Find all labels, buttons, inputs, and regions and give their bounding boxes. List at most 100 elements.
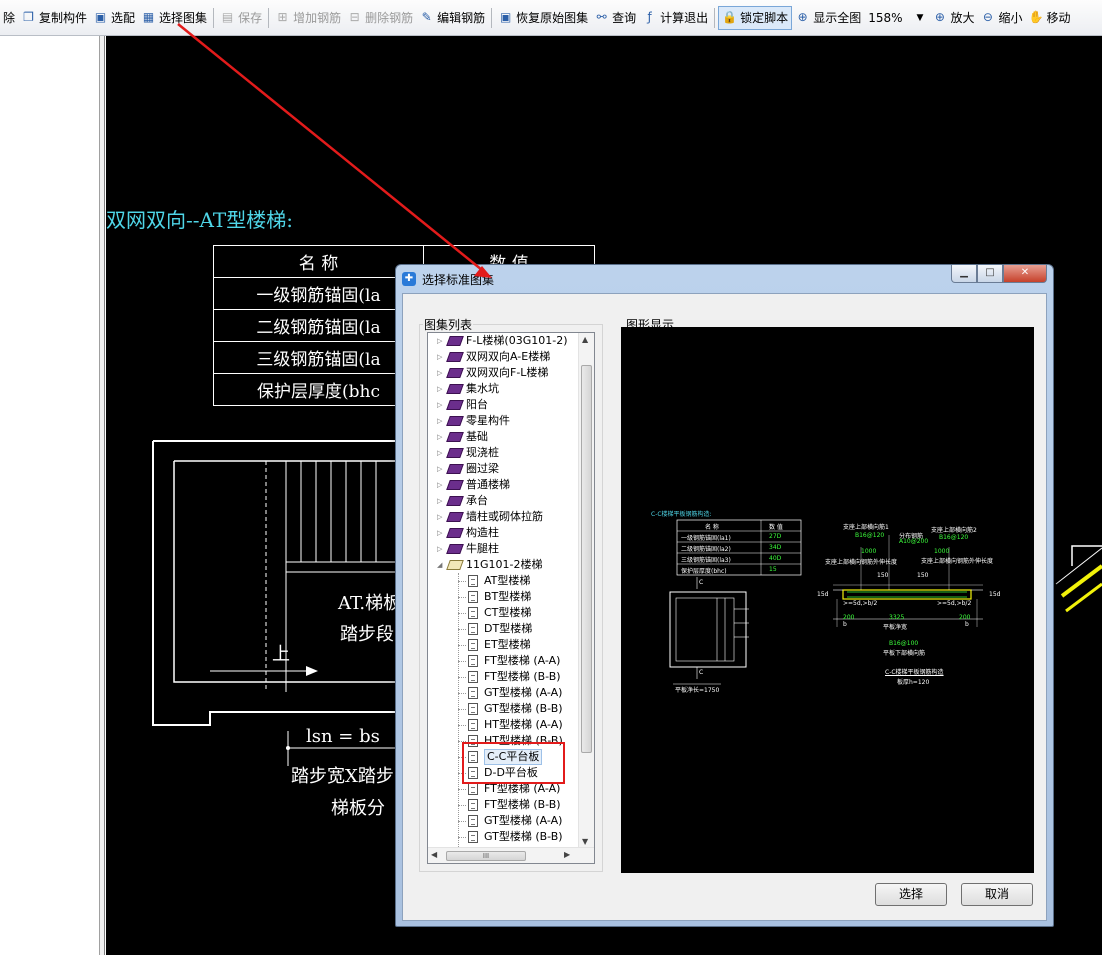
tree-item[interactable]: ◢ 11G101-2楼梯: [428, 557, 578, 573]
expand-icon[interactable]: ▷: [437, 413, 442, 429]
tree-item[interactable]: DT型楼梯: [428, 621, 578, 637]
scroll-thumb[interactable]: [581, 365, 592, 753]
tree-item-label: 双网双向F-L楼梯: [466, 366, 549, 379]
tree-item[interactable]: GT型楼梯 (B-B): [428, 701, 578, 717]
select-button[interactable]: 选择: [875, 883, 947, 906]
expand-icon[interactable]: ▷: [437, 349, 442, 365]
atlas-list-label: 图集列表: [423, 316, 474, 333]
tree-branch-line: [458, 725, 466, 726]
tree-item[interactable]: ▷ 双网双向A-E楼梯: [428, 349, 578, 365]
tree-item-label: ET型楼梯: [484, 638, 531, 651]
move-button[interactable]: ✋ 移动: [1025, 6, 1073, 30]
document-icon: [468, 623, 478, 635]
expand-icon[interactable]: ▷: [437, 397, 442, 413]
tree-item-label: 基础: [466, 430, 488, 443]
minimize-button[interactable]: ▁: [951, 265, 977, 283]
scroll-right-icon[interactable]: ▶: [564, 850, 570, 859]
tree-item[interactable]: ▷ 双网双向F-L楼梯: [428, 365, 578, 381]
chevron-down-icon[interactable]: ▼: [907, 6, 930, 30]
scroll-left-icon[interactable]: ◀: [431, 850, 437, 859]
tree-item[interactable]: AT型楼梯: [428, 573, 578, 589]
expand-icon[interactable]: ▷: [437, 461, 442, 477]
zoom-out-button-label: 缩小: [998, 11, 1023, 25]
preview-table-cell: 34D: [769, 544, 782, 551]
dialog-titlebar[interactable]: ✚ 选择标准图集 ▁ □ ✕: [396, 265, 1053, 291]
zoom-out-icon: ⊖: [982, 10, 993, 24]
tree-item[interactable]: ET型楼梯: [428, 637, 578, 653]
tree-vertical-scrollbar[interactable]: ▲ ▼: [578, 333, 594, 848]
left-panel: [0, 36, 100, 955]
tree-item[interactable]: ▷ 构造柱: [428, 525, 578, 541]
cancel-button[interactable]: 取消: [961, 883, 1033, 906]
expand-icon[interactable]: ▷: [437, 445, 442, 461]
toolbar-button-2[interactable]: ▣ 选配: [90, 6, 138, 30]
tree-item[interactable]: ▷ F-L楼梯(03G101-2): [428, 333, 578, 349]
scroll-up-icon[interactable]: ▲: [582, 335, 588, 344]
tree-item[interactable]: CT型楼梯: [428, 605, 578, 621]
zoom-in-button-label: 放大: [950, 11, 975, 25]
preview-b2: B16@120: [939, 534, 969, 541]
tree-item[interactable]: ▷ 阳台: [428, 397, 578, 413]
toolbar-button-11[interactable]: 🔒 锁定脚本: [718, 5, 793, 30]
tree-horizontal-scrollbar[interactable]: ◀ III ▶: [428, 847, 594, 863]
zoom-in-icon: ⊕: [934, 10, 945, 24]
collapse-icon[interactable]: ◢: [437, 557, 442, 573]
atlas-tree[interactable]: ▷ F-L楼梯(03G101-2) ▷ 双网双向A-E楼梯 ▷ 双网双向F-L楼梯 ▷ 集水坑…: [427, 332, 595, 864]
zoom-value-field[interactable]: 158%: [864, 6, 906, 30]
tree-item[interactable]: ▷ 墙柱或砌体拉筋: [428, 509, 578, 525]
tree-item[interactable]: ▷ 集水坑: [428, 381, 578, 397]
maximize-button[interactable]: □: [977, 265, 1003, 283]
preview-table-header-name: 名 称: [705, 524, 719, 531]
expand-icon[interactable]: ▷: [437, 381, 442, 397]
panel-splitter[interactable]: [100, 36, 105, 955]
expand-icon[interactable]: ▷: [437, 477, 442, 493]
tree-item[interactable]: ▷ 普通楼梯: [428, 477, 578, 493]
tree-item[interactable]: ▷ 牛腿柱: [428, 541, 578, 557]
toolbar-button-9[interactable]: ⚯ 查询: [591, 6, 639, 30]
toolbar-button-0[interactable]: 除: [0, 6, 18, 30]
tree-item[interactable]: GT型楼梯 (B-B): [428, 829, 578, 845]
toolbar-button-12[interactable]: ⊕ 显示全图: [792, 6, 864, 30]
tree-item[interactable]: BT型楼梯: [428, 589, 578, 605]
close-button[interactable]: ✕: [1003, 265, 1047, 283]
toolbar-button-4[interactable]: ▤ 保存: [217, 6, 265, 30]
tree-item[interactable]: GT型楼梯 (A-A): [428, 685, 578, 701]
tree-item[interactable]: FT型楼梯 (A-A): [428, 653, 578, 669]
expand-icon[interactable]: ▷: [437, 333, 442, 349]
tree-item[interactable]: ▷ 圈过梁: [428, 461, 578, 477]
scroll-down-icon[interactable]: ▼: [582, 837, 588, 846]
tree-item-label: 普通楼梯: [466, 478, 510, 491]
expand-icon[interactable]: ▷: [437, 429, 442, 445]
tree-item[interactable]: ▷ 承台: [428, 493, 578, 509]
expand-icon[interactable]: ▷: [437, 509, 442, 525]
zoom-out-button[interactable]: ⊖ 缩小: [977, 6, 1025, 30]
toolbar-button-7[interactable]: ✎ 编辑钢筋: [416, 6, 488, 30]
toolbar-button-5[interactable]: ⊞ 增加钢筋: [272, 6, 344, 30]
tree-item[interactable]: FT型楼梯 (B-B): [428, 669, 578, 685]
tree-item[interactable]: FT型楼梯 (B-B): [428, 797, 578, 813]
tree-item[interactable]: ▷ 零星构件: [428, 413, 578, 429]
toolbar-button-6[interactable]: ⊟ 删除钢筋: [344, 6, 416, 30]
toolbar-button-8[interactable]: ▣ 恢复原始图集: [495, 6, 591, 30]
toolbar-button-label: 选择图集: [159, 11, 208, 25]
tree-item-label: FT型楼梯 (B-B): [484, 798, 561, 811]
tree-item[interactable]: ▷ 现浇桩: [428, 445, 578, 461]
expand-icon[interactable]: ▷: [437, 525, 442, 541]
tree-item[interactable]: HT型楼梯 (A-A): [428, 717, 578, 733]
book-icon: [446, 464, 464, 474]
expand-icon[interactable]: ▷: [437, 541, 442, 557]
tree-item[interactable]: ▷ 基础: [428, 429, 578, 445]
tree-item[interactable]: GT型楼梯 (A-A): [428, 813, 578, 829]
toolbar-button-label: 增加钢筋: [293, 11, 342, 25]
edit-rebar-icon: ✎: [421, 10, 432, 24]
toolbar-button-3[interactable]: ▦ 选择图集: [138, 6, 210, 30]
toolbar-button-1[interactable]: ❐ 复制构件: [18, 6, 90, 30]
toolbar-button-10[interactable]: ƒ 计算退出: [639, 6, 711, 30]
zoom-in-button[interactable]: ⊕ 放大: [929, 6, 977, 30]
expand-icon[interactable]: ▷: [437, 493, 442, 509]
toolbar-separator: [714, 7, 716, 28]
preview-table-cell: 15: [769, 566, 777, 573]
hscroll-thumb[interactable]: III: [446, 851, 526, 861]
expand-icon[interactable]: ▷: [437, 365, 442, 381]
delete-rebar-icon: ⊟: [349, 10, 360, 24]
